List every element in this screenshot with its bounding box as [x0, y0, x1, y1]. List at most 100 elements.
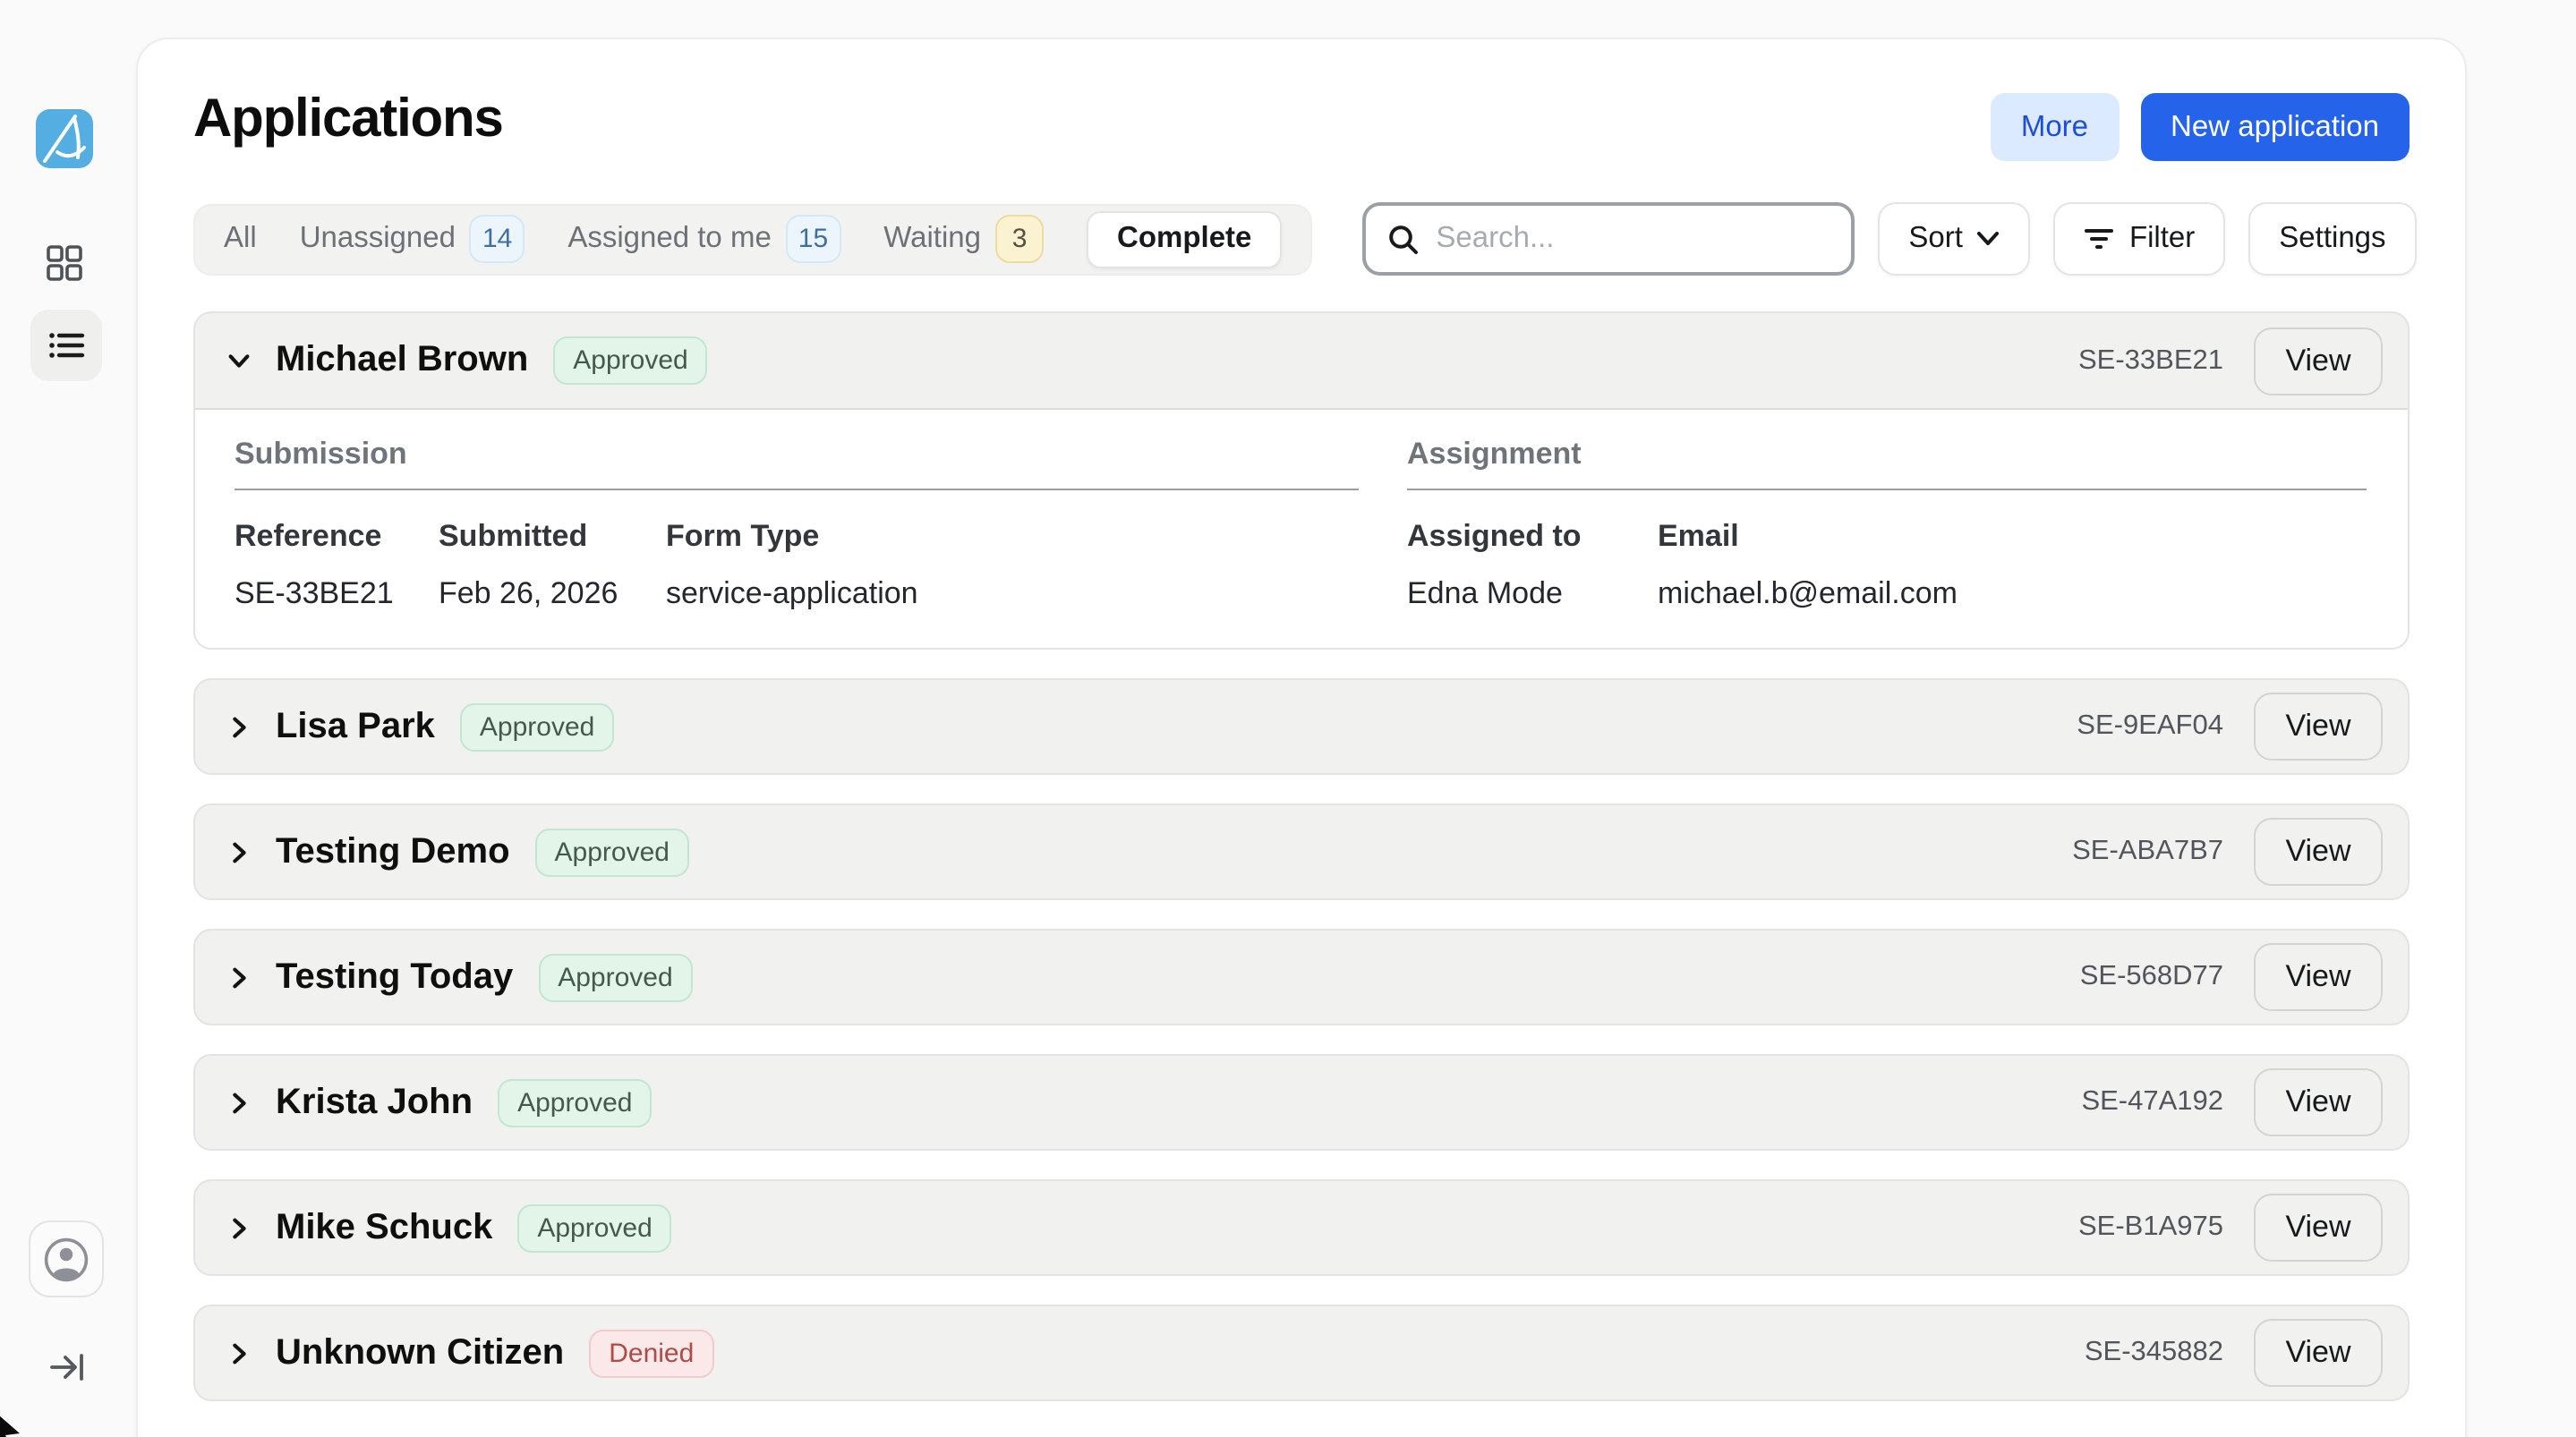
mouse-cursor	[0, 1408, 23, 1437]
view-button[interactable]: View	[2254, 818, 2383, 886]
settings-label: Settings	[2279, 222, 2385, 256]
status-badge: Approved	[553, 336, 707, 385]
reference-code: SE-345882	[2085, 1337, 2223, 1369]
logo-a-icon	[41, 115, 88, 163]
row-header[interactable]: Mike Schuck Approved SE-B1A975 View	[195, 1181, 2408, 1274]
list-icon	[47, 326, 86, 365]
reference-code: SE-ABA7B7	[2072, 836, 2223, 868]
status-badge: Approved	[517, 1203, 671, 1252]
row-header[interactable]: Testing Demo Approved SE-ABA7B7 View	[195, 805, 2408, 898]
row-header[interactable]: Testing Today Approved SE-568D77 View	[195, 931, 2408, 1024]
view-button[interactable]: View	[2254, 1319, 2383, 1387]
row-header[interactable]: Unknown Citizen Denied SE-345882 View	[195, 1306, 2408, 1399]
application-row: Unknown Citizen Denied SE-345882 View	[193, 1305, 2410, 1401]
status-badge: Approved	[498, 1078, 652, 1127]
application-screen: Applications More New application All Un…	[0, 0, 2576, 1437]
toolbar: All Unassigned 14 Assigned to me 15 Wait…	[193, 202, 2410, 276]
tab-waiting[interactable]: Waiting 3	[883, 215, 1044, 263]
field-value: Edna Mode	[1407, 576, 1658, 612]
chevron-right-icon[interactable]	[224, 1339, 252, 1367]
new-application-button[interactable]: New application	[2140, 93, 2410, 161]
page-title: Applications	[193, 89, 503, 150]
tab-waiting-label: Waiting	[883, 222, 981, 256]
chevron-right-icon[interactable]	[224, 712, 252, 741]
sidebar-list-view-button[interactable]	[30, 310, 102, 381]
row-header[interactable]: Michael Brown Approved SE-33BE21 View	[195, 313, 2408, 410]
divider	[1407, 489, 2367, 490]
field-value: SE-33BE21	[235, 576, 439, 612]
view-button[interactable]: View	[2254, 1194, 2383, 1262]
submission-section: Submission Reference SE-33BE21 Submitted…	[235, 437, 1359, 612]
avatar-icon	[43, 1236, 90, 1282]
chevron-right-icon[interactable]	[224, 1088, 252, 1117]
tab-all[interactable]: All	[224, 222, 257, 256]
application-details: Submission Reference SE-33BE21 Submitted…	[195, 410, 2408, 648]
field-label: Form Type	[666, 519, 918, 555]
settings-button[interactable]: Settings	[2248, 202, 2416, 276]
chevron-right-icon[interactable]	[224, 1213, 252, 1242]
row-header[interactable]: Lisa Park Approved SE-9EAF04 View	[195, 680, 2408, 773]
reference-code: SE-B1A975	[2078, 1212, 2223, 1244]
tab-unassigned-label: Unassigned	[300, 222, 456, 256]
status-badge: Approved	[538, 953, 692, 1001]
app-logo[interactable]	[36, 109, 93, 168]
view-button[interactable]: View	[2254, 943, 2383, 1011]
reference-code: SE-33BE21	[2078, 344, 2223, 377]
page-header: Applications More New application	[193, 89, 2410, 161]
view-button[interactable]: View	[2254, 693, 2383, 761]
search-icon	[1387, 223, 1420, 255]
applications-list: Michael Brown Approved SE-33BE21 View Su…	[193, 311, 2410, 1401]
applicant-name: Lisa Park	[276, 706, 435, 747]
tab-unassigned[interactable]: Unassigned 14	[300, 215, 525, 263]
applicant-name: Krista John	[276, 1082, 473, 1123]
tab-assigned-to-me-label: Assigned to me	[567, 222, 771, 256]
application-row: Testing Demo Approved SE-ABA7B7 View	[193, 804, 2410, 900]
application-row: Krista John Approved SE-47A192 View	[193, 1054, 2410, 1151]
reference-code: SE-47A192	[2081, 1086, 2223, 1118]
field-value: service-application	[666, 576, 918, 612]
sort-button[interactable]: Sort	[1878, 202, 2031, 276]
unassigned-count-badge: 14	[470, 215, 525, 263]
field-label: Reference	[235, 519, 439, 555]
application-row-michael-brown: Michael Brown Approved SE-33BE21 View Su…	[193, 311, 2410, 650]
main-panel: Applications More New application All Un…	[136, 38, 2467, 1437]
applicant-name: Unknown Citizen	[276, 1332, 564, 1373]
row-header[interactable]: Krista John Approved SE-47A192 View	[195, 1056, 2408, 1149]
sidebar-grid-view-button[interactable]	[38, 236, 91, 290]
application-row: Testing Today Approved SE-568D77 View	[193, 929, 2410, 1025]
status-badge: Denied	[589, 1329, 713, 1377]
filter-tabs: All Unassigned 14 Assigned to me 15 Wait…	[193, 203, 1312, 275]
more-button[interactable]: More	[1991, 93, 2119, 161]
chevron-expanded-icon[interactable]	[224, 346, 252, 375]
tab-assigned-to-me[interactable]: Assigned to me 15	[567, 215, 840, 263]
status-badge: Approved	[460, 702, 614, 751]
tab-complete[interactable]: Complete	[1087, 210, 1282, 268]
field-label: Submitted	[439, 519, 666, 555]
sidebar	[0, 0, 136, 1437]
application-row: Mike Schuck Approved SE-B1A975 View	[193, 1179, 2410, 1276]
applicant-name: Mike Schuck	[276, 1207, 492, 1248]
tab-all-label: All	[224, 222, 257, 256]
view-button[interactable]: View	[2254, 327, 2383, 395]
filter-button[interactable]: Filter	[2054, 202, 2225, 276]
assigned-count-badge: 15	[786, 215, 840, 263]
chevron-right-icon[interactable]	[224, 963, 252, 991]
chevron-right-icon[interactable]	[224, 838, 252, 866]
view-button[interactable]: View	[2254, 1068, 2383, 1136]
search-input[interactable]	[1436, 222, 1830, 256]
applicant-name: Testing Today	[276, 957, 513, 998]
grid-icon	[45, 243, 84, 283]
assignment-section: Assignment Assigned to Edna Mode Email m…	[1407, 437, 2367, 612]
waiting-count-badge: 3	[995, 215, 1044, 263]
sidebar-profile-button[interactable]	[29, 1220, 104, 1297]
sidebar-expand-button[interactable]	[43, 1342, 93, 1392]
sort-label: Sort	[1908, 222, 1963, 256]
expand-right-icon	[48, 1348, 88, 1387]
applicant-name: Michael Brown	[276, 340, 528, 381]
status-badge: Approved	[535, 828, 689, 876]
submission-title: Submission	[235, 437, 1359, 472]
field-value: michael.b@email.com	[1658, 576, 1958, 612]
divider	[235, 489, 1359, 490]
header-actions: More New application	[1991, 93, 2410, 161]
reference-code: SE-568D77	[2080, 961, 2223, 993]
